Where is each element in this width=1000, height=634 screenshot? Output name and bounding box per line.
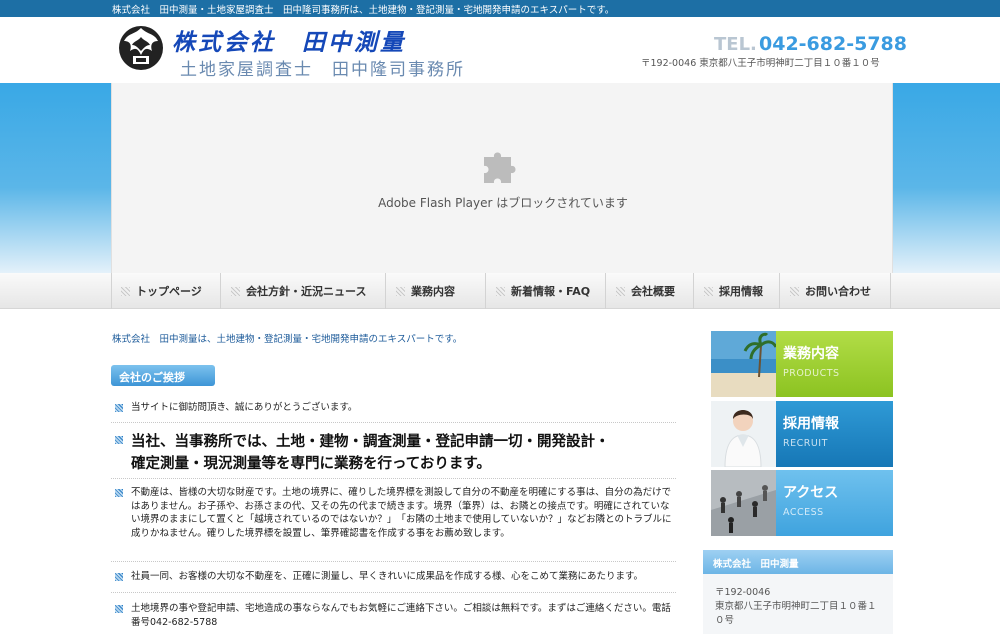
list-square-icon bbox=[115, 605, 123, 613]
nav-bullet-icon bbox=[616, 286, 625, 296]
company-crest-icon[interactable] bbox=[116, 23, 166, 73]
sidebar-company-title: 株式会社 田中測量 bbox=[703, 550, 893, 574]
nav-item-label: 会社方針・近況ニュース bbox=[246, 285, 367, 298]
headline-line-2: 確定測量・現況測量等を専門に業務を行っております。 bbox=[131, 456, 491, 472]
banner-recruit[interactable]: 採用情報 RECRUIT bbox=[703, 401, 893, 467]
nav-item-label: お問い合わせ bbox=[805, 285, 871, 298]
tel-label: TEL. bbox=[714, 34, 757, 55]
company-name[interactable]: 株式会社 田中測量 bbox=[172, 23, 406, 57]
nav-item-label: トップページ bbox=[136, 285, 202, 298]
banner-title: アクセス bbox=[783, 485, 839, 501]
nav-item-company[interactable]: 会社概要 bbox=[606, 273, 694, 309]
staff-paragraph-block: 社員一同、お客様の大切な不動産を、正確に測量し、早くきれいに成果品を作成する様、… bbox=[111, 562, 676, 593]
banner-products[interactable]: 業務内容 PRODUCTS bbox=[703, 331, 893, 397]
nav-item-services[interactable]: 業務内容 bbox=[386, 273, 486, 309]
banner-subtitle: ACCESS bbox=[783, 507, 824, 518]
banner-panel bbox=[776, 470, 893, 536]
greeting-block: 当サイトに御訪問頂き、誠にありがとうございます。 bbox=[111, 396, 676, 423]
nav-item-top[interactable]: トップページ bbox=[111, 273, 221, 309]
nav-bullet-icon bbox=[496, 286, 505, 296]
sidebar-address-line-2: ０号 bbox=[715, 615, 735, 626]
nav-item-contact[interactable]: お問い合わせ bbox=[780, 273, 891, 309]
banner-panel bbox=[776, 401, 893, 467]
list-square-icon bbox=[115, 573, 123, 581]
list-square-icon bbox=[115, 436, 123, 444]
flash-blocked-message: Adobe Flash Player はブロックされています bbox=[378, 196, 628, 210]
nav-item-label: 業務内容 bbox=[411, 285, 455, 298]
headline-block: 当社、当事務所では、土地・建物・調査測量・登記申請一切・開発設計・ 確定測量・現… bbox=[111, 423, 676, 479]
nav-bullet-icon bbox=[790, 286, 799, 296]
sidebar-company-info: 〒192-0046 東京都八王子市明神町二丁目１０番１ ０号 bbox=[703, 574, 893, 634]
sidebar-address-line-1: 東京都八王子市明神町二丁目１０番１ bbox=[715, 601, 877, 612]
flash-placeholder[interactable]: Adobe Flash Player はブロックされています bbox=[111, 83, 893, 273]
nav-bullet-icon bbox=[704, 286, 713, 296]
nav-item-label: 会社概要 bbox=[631, 285, 675, 298]
nav-item-news-faq[interactable]: 新着情報・FAQ bbox=[486, 273, 606, 309]
page-tagline: 株式会社 田中測量は、土地建物・登記測量・宅地開発申請のエキスパートです。 bbox=[112, 334, 463, 345]
contact-paragraph: 土地境界の事や登記申請、宅地造成の事ならなんでもお気軽にご連絡下さい。ご相談は無… bbox=[131, 603, 671, 628]
banner-panel bbox=[776, 331, 893, 397]
staff-paragraph: 社員一同、お客様の大切な不動産を、正確に測量し、早くきれいに成果品を作成する様、… bbox=[131, 571, 644, 582]
list-square-icon bbox=[115, 404, 123, 412]
nav-item-policy-news[interactable]: 会社方針・近況ニュース bbox=[221, 273, 386, 309]
property-paragraph: 不動産は、皆様の大切な財産です。土地の境界に、確りした境界標を測設して自分の不動… bbox=[131, 487, 672, 539]
greeting-text: 当サイトに御訪問頂き、誠にありがとうございます。 bbox=[131, 402, 358, 413]
section-title-greeting: 会社のご挨拶 bbox=[111, 365, 215, 386]
headline-line-1: 当社、当事務所では、土地・建物・調査測量・登記申請一切・開発設計・ bbox=[131, 434, 610, 450]
banner-subtitle: RECRUIT bbox=[783, 438, 828, 449]
nav-bullet-icon bbox=[396, 286, 405, 296]
nav-item-recruit[interactable]: 採用情報 bbox=[694, 273, 780, 309]
banner-subtitle: PRODUCTS bbox=[783, 368, 840, 379]
contact-paragraph-block: 土地境界の事や登記申請、宅地造成の事ならなんでもお気軽にご連絡下さい。ご相談は無… bbox=[111, 593, 676, 634]
property-paragraph-block: 不動産は、皆様の大切な財産です。土地の境界に、確りした境界標を測設して自分の不動… bbox=[111, 479, 676, 562]
sidebar-postal-code: 〒192-0046 bbox=[715, 587, 771, 598]
nav-bullet-icon bbox=[121, 286, 130, 296]
beach-photo-icon bbox=[711, 331, 776, 397]
banner-title: 採用情報 bbox=[783, 416, 839, 432]
banner-title: 業務内容 bbox=[783, 346, 839, 362]
list-square-icon bbox=[115, 489, 123, 497]
puzzle-piece-icon bbox=[484, 152, 516, 183]
tel-number: 042-682-5788 bbox=[759, 33, 907, 55]
nav-item-label: 採用情報 bbox=[719, 285, 763, 298]
businesswoman-photo-icon bbox=[711, 401, 776, 467]
header: 株式会社 田中測量 土地家屋調査士 田中隆司事務所 TEL. 042-682-5… bbox=[0, 17, 1000, 83]
main-nav: トップページ 会社方針・近況ニュース 業務内容 新着情報・FAQ 会社概要 採用… bbox=[0, 273, 1000, 309]
crowd-photo-icon bbox=[711, 470, 776, 536]
banner-access[interactable]: アクセス ACCESS bbox=[703, 470, 893, 536]
company-subtitle: 土地家屋調査士 田中隆司事務所 bbox=[180, 60, 465, 80]
top-bar: 株式会社 田中測量・土地家屋調査士 田中隆司事務所は、土地建物・登記測量・宅地開… bbox=[0, 0, 1000, 17]
nav-bullet-icon bbox=[231, 286, 240, 296]
header-address: 〒192-0046 東京都八王子市明神町二丁目１０番１０号 bbox=[641, 58, 880, 69]
nav-item-label: 新着情報・FAQ bbox=[511, 285, 591, 298]
top-bar-text: 株式会社 田中測量・土地家屋調査士 田中隆司事務所は、土地建物・登記測量・宅地開… bbox=[112, 5, 615, 16]
